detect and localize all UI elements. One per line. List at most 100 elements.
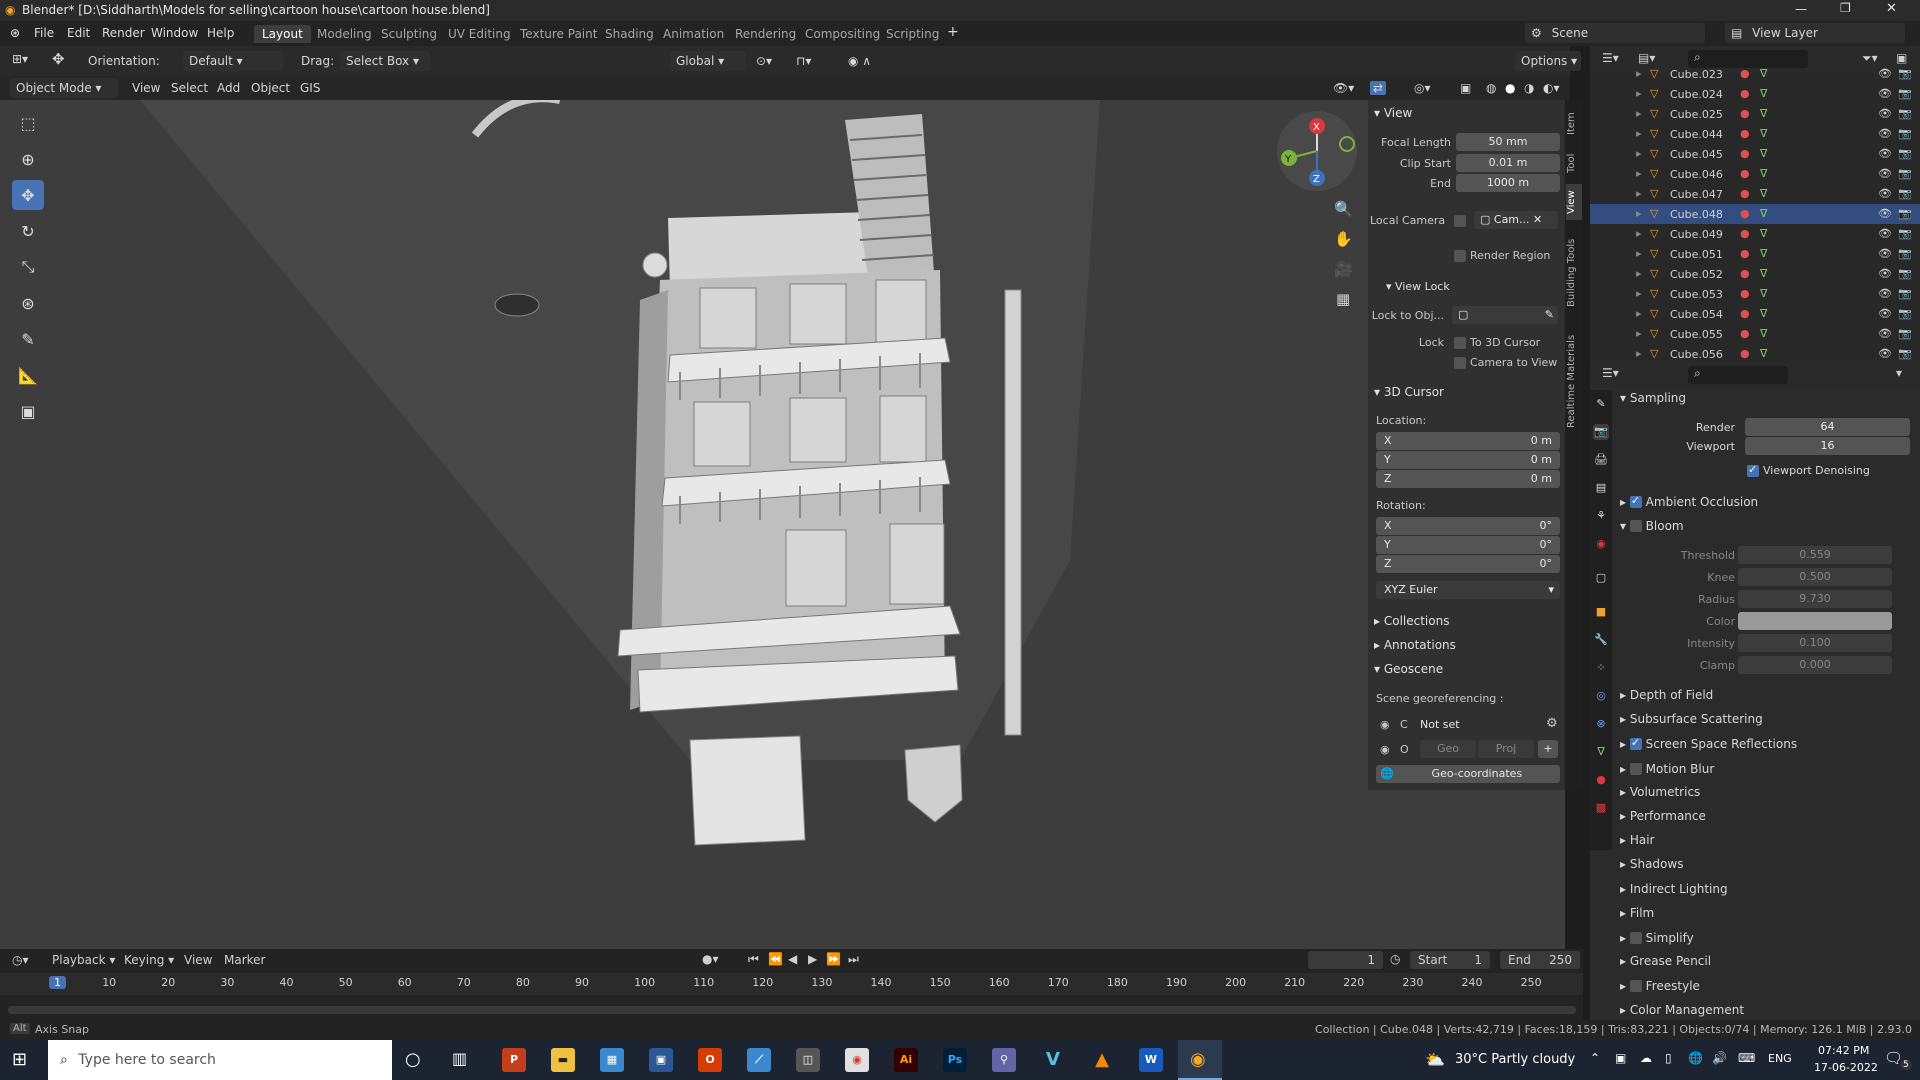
proj-button[interactable]: Proj (1478, 740, 1534, 758)
next-keyframe-button[interactable]: ⏩ (826, 952, 841, 966)
cloud-icon[interactable]: ☁ (1640, 1051, 1652, 1065)
ambient-occlusion-header[interactable]: ▸ Ambient Occlusion (1620, 494, 1920, 514)
outliner-row[interactable]: ▸ ▽ Cube.047 ● ∇ 👁 📷 (1590, 184, 1920, 204)
threshold-field[interactable]: 0.559 (1738, 546, 1892, 564)
properties-section-header[interactable]: ▸ Shadows (1620, 857, 1920, 877)
powerpoint-icon[interactable]: P (502, 1048, 526, 1072)
timeline-menu-keying[interactable]: Keying ▾ (124, 953, 174, 967)
particles-tab-icon[interactable]: ⁘ (1593, 660, 1609, 676)
tool-tab-icon[interactable]: ✎ (1593, 396, 1609, 412)
tab-modeling[interactable]: Modeling (309, 25, 380, 43)
select-box-tool-icon[interactable]: ⬚ (12, 108, 44, 138)
cursor-location-z-field[interactable]: Z 0 m (1376, 470, 1560, 488)
photoshop-icon[interactable]: Ps (943, 1048, 967, 1072)
properties-editor-icon[interactable]: ☰▾ (1602, 366, 1619, 380)
properties-section-header[interactable]: ▸ Screen Space Reflections (1620, 736, 1920, 756)
cursor-location-y-field[interactable]: Y 0 m (1376, 451, 1560, 469)
annotate-tool-icon[interactable]: ✎ (12, 324, 44, 354)
expand-arrow-icon[interactable]: ▸ (1636, 327, 1642, 340)
current-frame-marker[interactable]: 1 (49, 976, 66, 989)
viewport-menu-gis[interactable]: GIS (300, 81, 320, 95)
volume-icon[interactable]: 🔊 (1712, 1051, 1727, 1065)
proportional-edit-icon[interactable]: ◉ ∧ (848, 54, 871, 68)
modifier-tab-icon[interactable]: 🔧 (1593, 632, 1609, 648)
tab-animation[interactable]: Animation (655, 25, 732, 43)
render-tab-icon[interactable]: 📷 (1593, 424, 1609, 440)
viewport-menu-view[interactable]: View (132, 81, 160, 95)
expand-arrow-icon[interactable]: ▸ (1636, 267, 1642, 280)
3d-viewport[interactable]: X Y Z 🔍 ✋ 🎥 ▦ (0, 100, 1565, 949)
clip-start-field[interactable]: 0.01 m (1456, 154, 1560, 172)
scene-selector[interactable]: ⚙ Scene (1525, 23, 1705, 43)
collections-section-header[interactable]: ▸ Collections (1374, 614, 1449, 628)
properties-section-header[interactable]: ▸ Grease Pencil (1620, 954, 1920, 974)
office-icon[interactable]: O (698, 1048, 722, 1072)
lock-to-object-field[interactable]: ▢ ✎ (1452, 306, 1558, 324)
outliner-row[interactable]: ▸ ▽ Cube.024 ● ∇ 👁 📷 (1590, 84, 1920, 104)
display-mode-icon[interactable]: ▤▾ (1638, 51, 1655, 65)
expand-arrow-icon[interactable]: ▸ (1636, 287, 1642, 300)
illustrator-icon[interactable]: Ai (894, 1048, 918, 1072)
collection-tab-icon[interactable]: ▢ (1593, 570, 1609, 586)
local-camera-field[interactable]: ▢ Cam... ✕ (1474, 211, 1558, 229)
cursor-rotation-y-field[interactable]: Y 0° (1376, 536, 1560, 554)
outliner-row[interactable]: ▸ ▽ Cube.049 ● ∇ 👁 📷 (1590, 224, 1920, 244)
view-layer-selector[interactable]: ▤ View Layer (1725, 23, 1905, 43)
bloom-header[interactable]: ▾ Bloom (1620, 518, 1920, 538)
outliner-row[interactable]: ▸ ▽ Cube.023 ● ∇ 👁 📷 (1590, 64, 1920, 84)
xray-icon[interactable]: ▣ (1460, 81, 1471, 95)
tray-app-icon[interactable]: ▣ (1615, 1051, 1626, 1065)
timeline-menu-marker[interactable]: Marker (224, 953, 265, 967)
frame-ruler[interactable]: 1 10 20 30 40 50 60 70 80 90 100 110 120 130 140 150 160… (0, 973, 1583, 995)
render-camera-icon[interactable]: 📷 (1898, 187, 1912, 200)
mode-dropdown[interactable]: Object Mode ▾ (10, 78, 118, 98)
section-checkbox[interactable] (1629, 932, 1642, 944)
menu-file[interactable]: File (34, 26, 54, 40)
add-workspace-icon[interactable]: + (947, 24, 959, 40)
tab-rendering[interactable]: Rendering (727, 25, 804, 43)
tab-shading[interactable]: Shading (597, 25, 662, 43)
geoscene-section-header[interactable]: ▾ Geoscene (1374, 662, 1443, 676)
expand-arrow-icon[interactable]: ▸ (1636, 107, 1642, 120)
focal-length-field[interactable]: 50 mm (1456, 133, 1560, 151)
expand-arrow-icon[interactable]: ▸ (1636, 147, 1642, 160)
snap-icon[interactable]: ⊓▾ (796, 54, 811, 68)
cursor-rotation-z-field[interactable]: Z 0° (1376, 555, 1560, 573)
move-tool-button[interactable]: ✥ (12, 180, 44, 210)
material-tab-icon[interactable]: ● (1593, 772, 1609, 788)
store-icon[interactable]: ▣ (649, 1048, 673, 1072)
zoom-icon[interactable]: 🔍 (1334, 200, 1353, 218)
jump-start-button[interactable]: ⏮ (748, 952, 759, 967)
outliner-row[interactable]: ▸ ▽ Cube.051 ● ∇ 👁 📷 (1590, 244, 1920, 264)
network-icon[interactable]: 🌐 (1688, 1051, 1703, 1065)
battery-icon[interactable]: ▯ (1665, 1051, 1672, 1065)
section-checkbox[interactable] (1629, 736, 1642, 751)
viewport-samples-field[interactable]: 16 (1745, 437, 1910, 455)
outliner-row[interactable]: ▸ ▽ Cube.053 ● ∇ 👁 📷 (1590, 284, 1920, 304)
render-camera-icon[interactable]: 📷 (1898, 247, 1912, 260)
properties-section-header[interactable]: ▸ Indirect Lighting (1620, 882, 1920, 902)
properties-section-header[interactable]: ▸ Performance (1620, 809, 1920, 829)
lock-3d-cursor-checkbox[interactable] (1454, 337, 1466, 349)
output-tab-icon[interactable]: 🖨 (1593, 452, 1609, 468)
menu-help[interactable]: Help (207, 26, 234, 40)
expand-arrow-icon[interactable]: ▸ (1636, 247, 1642, 260)
tab-uv-editing[interactable]: UV Editing (440, 25, 519, 43)
render-camera-icon[interactable]: 📷 (1898, 227, 1912, 240)
record-button[interactable]: ●▾ (702, 952, 719, 966)
constraints-tab-icon[interactable]: ⊗ (1593, 716, 1609, 732)
data-tab-icon[interactable]: ∇ (1593, 744, 1609, 760)
render-camera-icon[interactable]: 📷 (1898, 107, 1912, 120)
expand-arrow-icon[interactable]: ▸ (1636, 207, 1642, 220)
visibility-eye-icon[interactable]: 👁 (1878, 287, 1892, 300)
3d-cursor-section-header[interactable]: ▾ 3D Cursor (1374, 385, 1444, 399)
timeline-scrollbar[interactable] (8, 1006, 1576, 1014)
menu-edit[interactable]: Edit (67, 26, 90, 40)
outliner-row[interactable]: ▸ ▽ Cube.025 ● ∇ 👁 📷 (1590, 104, 1920, 124)
properties-section-header[interactable]: ▸ Film (1620, 906, 1920, 926)
section-checkbox[interactable] (1629, 980, 1642, 993)
render-camera-icon[interactable]: 📷 (1898, 207, 1912, 220)
expand-arrow-icon[interactable]: ▸ (1636, 167, 1642, 180)
menu-window[interactable]: Window (151, 26, 198, 40)
material-shading-icon[interactable]: ◑ (1524, 81, 1534, 95)
